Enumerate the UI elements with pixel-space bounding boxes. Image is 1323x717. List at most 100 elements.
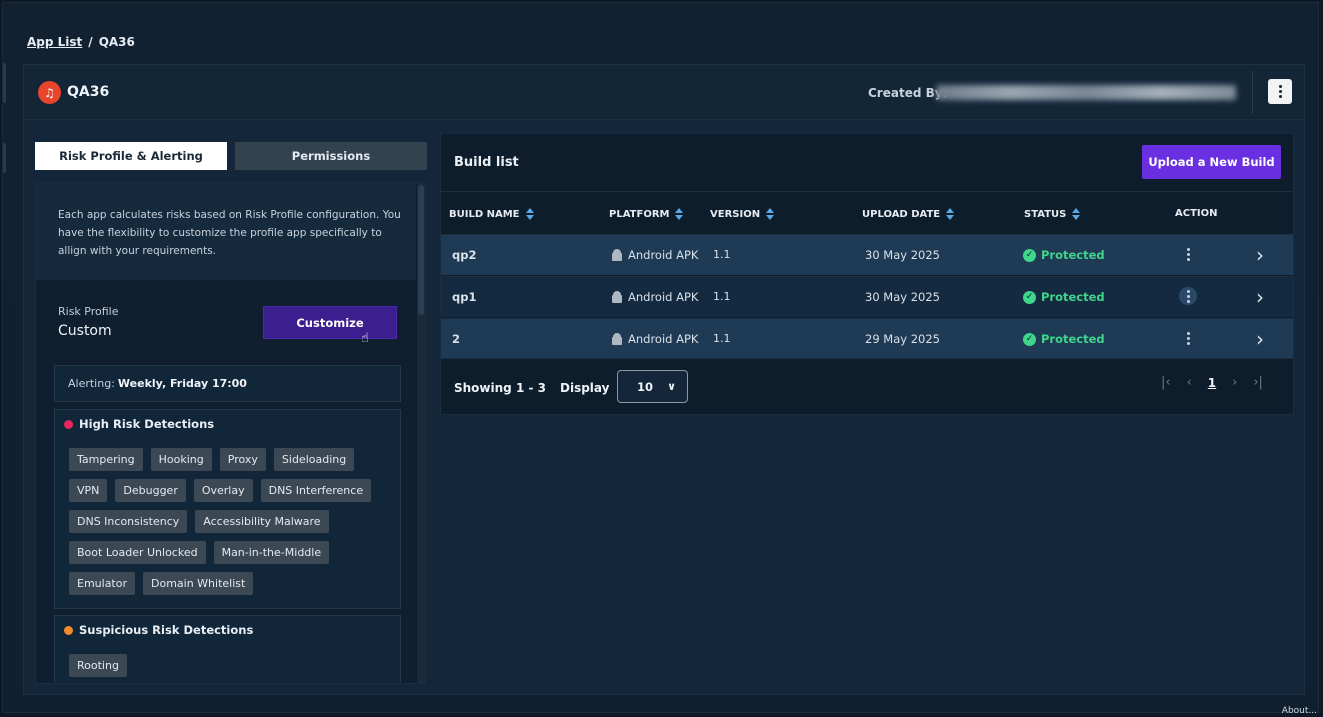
version: 1.1 (713, 290, 731, 303)
col-status[interactable]: STATUS (1024, 208, 1081, 220)
check-circle-icon: ✓ (1023, 248, 1036, 262)
detection-tag: Sideloading (273, 448, 355, 471)
upload-date: 29 May 2025 (865, 332, 940, 346)
kebab-icon[interactable] (1179, 245, 1197, 263)
check-circle-icon: ✓ (1023, 332, 1036, 346)
detection-tag: VPN (69, 479, 108, 502)
android-icon (611, 249, 623, 261)
check-circle-icon: ✓ (1023, 290, 1036, 304)
display-label: Display (560, 381, 610, 395)
version: 1.1 (713, 332, 731, 345)
build-list-panel: Build list Upload a New Build BUILD NAME… (440, 133, 1294, 415)
scrollbar-thumb[interactable] (418, 185, 424, 315)
tab-permissions[interactable]: Permissions (235, 142, 427, 170)
app-detail-panel: ♫ QA36 Created By: Risk Profile & Alerti… (23, 64, 1305, 695)
app-header: ♫ QA36 Created By: (24, 65, 1304, 120)
sort-icon (1072, 208, 1081, 220)
hand-cursor-icon: ☝ (361, 331, 369, 346)
page-current[interactable]: 1 (1208, 376, 1216, 390)
breadcrumb-separator: / (88, 35, 93, 49)
detection-tag: Man-in-the-Middle (213, 541, 330, 564)
detection-tag: Boot Loader Unlocked (69, 541, 206, 564)
detection-tag: Tampering (69, 448, 143, 471)
detection-tag: Rooting (69, 654, 127, 677)
first-page-icon[interactable]: |‹ (1161, 375, 1171, 390)
risk-profile-value: Custom (58, 323, 112, 339)
android-icon (611, 333, 623, 345)
chevron-right-icon[interactable]: › (1256, 243, 1264, 267)
suspicious-risk-dot-icon (64, 626, 73, 635)
detection-tag: Emulator (69, 572, 135, 595)
table-footer: Showing 1 - 3 Display 10 ∨ |‹ ‹ 1 › ›| (441, 358, 1293, 414)
detection-tag: Hooking (150, 448, 212, 471)
pagination: |‹ ‹ 1 › ›| (1161, 375, 1263, 390)
customize-button[interactable]: Customize (263, 306, 397, 339)
risk-profile-panel: Each app calculates risks based on Risk … (35, 182, 426, 684)
high-risk-box: High Risk Detections Tampering Hooking Pro… (54, 409, 401, 609)
high-risk-title: High Risk Detections (79, 417, 215, 431)
status-badge: ✓ Protected (1023, 332, 1105, 346)
last-page-icon[interactable]: ›| (1253, 375, 1263, 390)
risk-profile-label: Risk Profile (58, 305, 119, 318)
platform-cell: Android APK (611, 248, 698, 262)
tab-pointer (130, 182, 142, 183)
col-build-name[interactable]: BUILD NAME (449, 208, 534, 220)
info-box: Each app calculates risks based on Risk … (36, 183, 416, 280)
breadcrumb: App List / QA36 (27, 35, 135, 49)
side-edge-handle (3, 63, 6, 103)
upload-build-button[interactable]: Upload a New Build (1142, 145, 1281, 179)
detection-tag: Domain Whitelist (143, 572, 254, 595)
build-name: qp2 (452, 248, 477, 262)
suspicious-risk-title: Suspicious Risk Detections (79, 623, 254, 637)
col-action: ACTION (1175, 208, 1218, 219)
alerting-box: Alerting: Weekly, Friday 17:00 (54, 365, 401, 402)
upload-date: 30 May 2025 (865, 290, 940, 304)
upload-date: 30 May 2025 (865, 248, 940, 262)
build-list-title: Build list (454, 155, 519, 170)
breadcrumb-app-list-link[interactable]: App List (27, 35, 82, 49)
about-link[interactable]: About... (1282, 706, 1317, 716)
sort-icon (946, 208, 955, 220)
chevron-right-icon[interactable]: › (1256, 327, 1264, 351)
col-platform[interactable]: PLATFORM (609, 208, 684, 220)
detection-tag: Accessibility Malware (195, 510, 329, 533)
prev-page-icon[interactable]: ‹ (1187, 375, 1192, 390)
build-name: 2 (452, 332, 461, 346)
chevron-down-icon: ∨ (667, 380, 676, 393)
kebab-icon[interactable] (1179, 287, 1197, 305)
table-row[interactable]: qp1 Android APK 1.1 30 May 2025 ✓ Protected › (441, 276, 1293, 317)
platform-cell: Android APK (611, 332, 698, 346)
kebab-icon[interactable] (1179, 329, 1197, 347)
status-badge: ✓ Protected (1023, 290, 1105, 304)
sort-icon (675, 208, 684, 220)
scrollbar[interactable] (417, 183, 425, 683)
music-note-icon: ♫ (38, 81, 61, 104)
col-upload-date[interactable]: UPLOAD DATE (862, 208, 955, 220)
tab-bar: Risk Profile & Alerting Permissions (35, 142, 427, 170)
page-size-select[interactable]: 10 ∨ (617, 370, 688, 403)
version: 1.1 (713, 248, 731, 261)
showing-count: Showing 1 - 3 (454, 381, 546, 395)
tab-risk-profile[interactable]: Risk Profile & Alerting (35, 142, 227, 170)
breadcrumb-current: QA36 (98, 35, 135, 49)
col-version[interactable]: VERSION (710, 208, 775, 220)
chevron-right-icon[interactable]: › (1256, 285, 1264, 309)
high-risk-tags: Tampering Hooking Proxy Sideloading VPN Debug… (69, 448, 399, 595)
alerting-label: Alerting: (68, 377, 115, 390)
android-icon (611, 291, 623, 303)
status-badge: ✓ Protected (1023, 248, 1105, 262)
detection-tag: Proxy (219, 448, 266, 471)
detection-tag: DNS Interference (260, 479, 372, 502)
info-text: Each app calculates risks based on Risk … (58, 209, 401, 257)
alerting-value: Weekly, Friday 17:00 (117, 377, 247, 390)
detection-tag: DNS Inconsistency (69, 510, 188, 533)
next-page-icon[interactable]: › (1232, 375, 1237, 390)
header-divider (1252, 71, 1253, 114)
table-row[interactable]: qp2 Android APK 1.1 30 May 2025 ✓ Protected › (441, 234, 1293, 275)
kebab-icon[interactable] (1268, 79, 1292, 104)
app-title: QA36 (67, 84, 110, 100)
created-by-email-redacted (936, 85, 1236, 100)
table-row[interactable]: 2 Android APK 1.1 29 May 2025 ✓ Protected › (441, 318, 1293, 359)
build-name: qp1 (452, 290, 477, 304)
platform-cell: Android APK (611, 290, 698, 304)
